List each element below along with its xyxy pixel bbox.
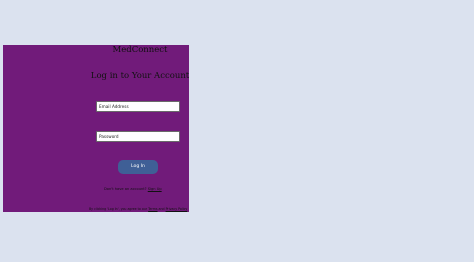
terms-link[interactable]: Terms <box>148 207 157 211</box>
email-input[interactable]: Email Address <box>96 101 180 112</box>
signup-prompt-text: Don't have an account? <box>104 187 148 191</box>
password-input[interactable]: Password <box>96 131 180 142</box>
terms-prefix-text: By clicking 'Log In', you agree to our <box>89 207 149 211</box>
signup-prompt: Don't have an account? Sign Up <box>104 187 162 191</box>
login-heading: Log in to Your Account <box>90 71 190 81</box>
brand-title: MedConnect <box>112 45 168 55</box>
privacy-policy-link[interactable]: Privacy Policy <box>166 207 188 211</box>
signup-link[interactable]: Sign Up <box>148 187 162 191</box>
terms-notice: By clicking 'Log In', you agree to our T… <box>89 207 187 211</box>
terms-and-text: and <box>157 207 166 211</box>
login-panel: MedConnect Log in to Your Account Email … <box>3 45 189 212</box>
login-button[interactable]: Log In <box>118 160 158 174</box>
